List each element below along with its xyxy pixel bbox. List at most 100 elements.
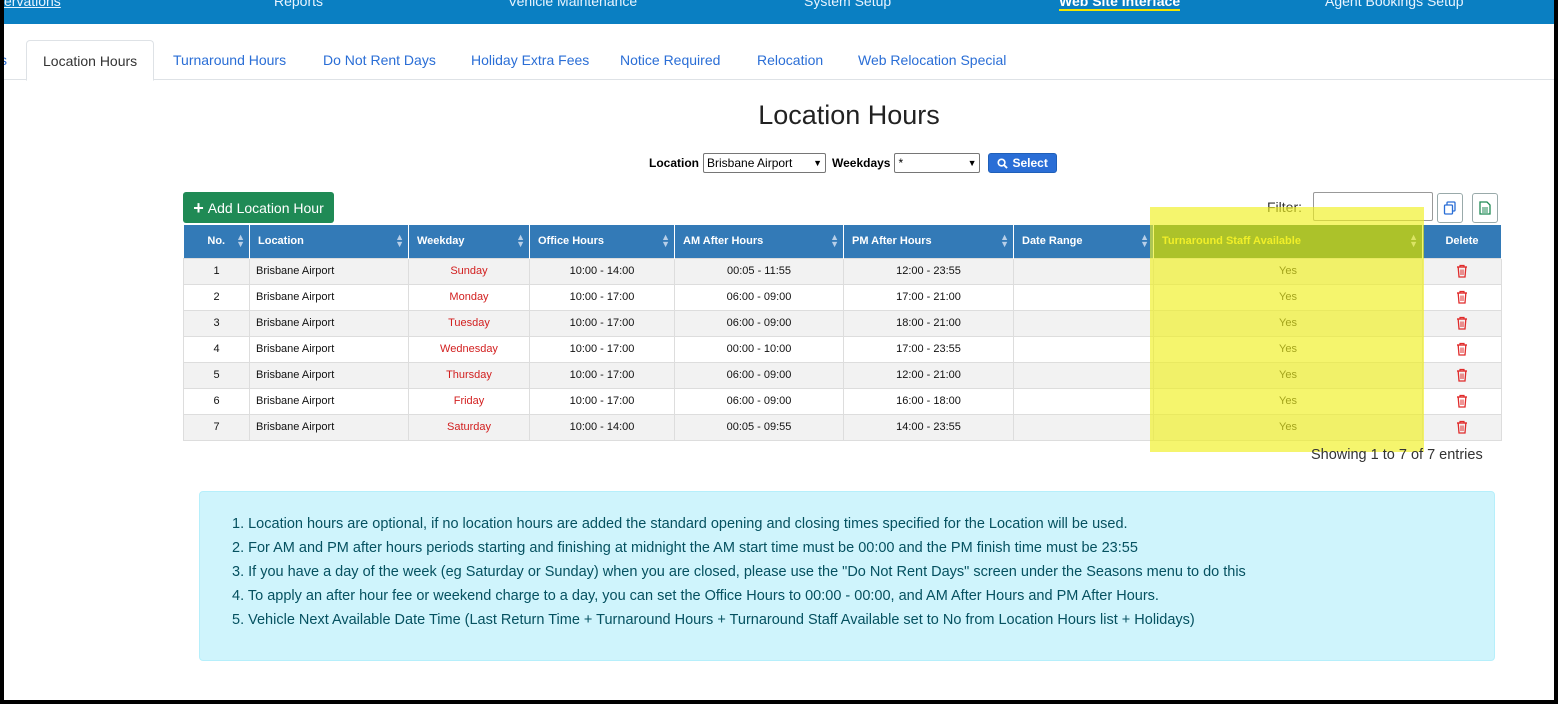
trash-icon[interactable] [1456, 264, 1468, 278]
location-select[interactable]: Brisbane Airport ▼ [703, 153, 826, 173]
table-row: 7 Brisbane Airport Saturday 10:00 - 14:00 00… [183, 413, 1502, 441]
cell-no: 7 [183, 413, 250, 441]
col-header-label: AM After Hours [683, 235, 764, 248]
table-header-row: No. ▲ ▼ Location ▲ ▼ Weekday ▲ ▼ Office Hours ▲… [183, 225, 1502, 258]
trash-icon[interactable] [1456, 368, 1468, 382]
trash-icon[interactable] [1456, 290, 1468, 304]
cell-pm-after-hours: 17:00 - 23:55 [843, 335, 1014, 363]
col-header-label: Weekday [417, 235, 465, 248]
cell-weekday: Saturday [408, 413, 530, 441]
cell-delete [1422, 387, 1502, 415]
cell-turnaround-staff: Yes [1153, 413, 1423, 441]
cell-date-range [1013, 387, 1154, 415]
copy-button[interactable] [1437, 193, 1463, 223]
tab-holiday-extra-fees[interactable]: Holiday Extra Fees [471, 40, 589, 80]
location-selector: Location Brisbane Airport ▼ Weekdays * ▼… [649, 152, 1057, 174]
cell-am-after-hours: 00:05 - 09:55 [674, 413, 844, 441]
sort-icon: ▲ ▼ [661, 232, 670, 249]
sort-icon: ▲ ▼ [1140, 232, 1149, 249]
col-header-location[interactable]: Location ▲ ▼ [249, 225, 409, 258]
tab-notice-required[interactable]: Notice Required [620, 40, 720, 80]
cell-office-hours: 10:00 - 17:00 [529, 309, 675, 337]
col-header-label: Location [258, 235, 304, 248]
cell-location: Brisbane Airport [249, 335, 409, 363]
cell-pm-after-hours: 12:00 - 21:00 [843, 361, 1014, 389]
table-row: 1 Brisbane Airport Sunday 10:00 - 14:00 00:0… [183, 257, 1502, 285]
cell-no: 3 [183, 309, 250, 337]
table-row: 2 Brisbane Airport Monday 10:00 - 17:00 06:0… [183, 283, 1502, 311]
nav-reports[interactable]: Reports [274, 0, 323, 9]
col-header-turnaround-staff[interactable]: Turnaround Staff Available ▲ ▼ [1153, 225, 1423, 258]
col-header-no[interactable]: No. ▲ ▼ [183, 225, 250, 258]
cell-date-range [1013, 335, 1154, 363]
weekdays-select[interactable]: * ▼ [894, 153, 981, 173]
col-header-weekday[interactable]: Weekday ▲ ▼ [408, 225, 530, 258]
cell-turnaround-staff: Yes [1153, 387, 1423, 415]
tab-relocation[interactable]: Relocation [757, 40, 823, 80]
cell-no: 1 [183, 257, 250, 285]
note-item: 5. Vehicle Next Available Date Time (Las… [232, 612, 1195, 628]
cell-turnaround-staff: Yes [1153, 309, 1423, 337]
add-location-hour-button[interactable]: + Add Location Hour [183, 192, 334, 223]
select-button[interactable]: Select [988, 153, 1057, 173]
trash-icon[interactable] [1456, 420, 1468, 434]
note-item: 1. Location hours are optional, if no lo… [232, 516, 1128, 532]
search-icon [997, 157, 1009, 169]
col-header-label: PM After Hours [852, 235, 932, 248]
sort-icon: ▲ ▼ [1409, 232, 1418, 249]
location-hours-table: No. ▲ ▼ Location ▲ ▼ Weekday ▲ ▼ Office Hours ▲… [183, 225, 1502, 441]
cell-location: Brisbane Airport [249, 413, 409, 441]
trash-icon[interactable] [1456, 394, 1468, 408]
cell-date-range [1013, 283, 1154, 311]
cell-weekday: Wednesday [408, 335, 530, 363]
cell-delete [1422, 335, 1502, 363]
col-header-label: Turnaround Staff Available [1162, 235, 1301, 248]
col-header-label: No. [207, 235, 226, 248]
tab-web-relocation-special[interactable]: Web Relocation Special [858, 40, 1006, 80]
tab-turnaround-hours[interactable]: Turnaround Hours [173, 40, 286, 80]
filter-input[interactable] [1313, 192, 1433, 221]
location-select-value: Brisbane Airport [707, 156, 793, 170]
nav-agent-bookings-setup[interactable]: Agent Bookings Setup [1325, 0, 1464, 9]
cell-date-range [1013, 257, 1154, 285]
select-button-label: Select [1012, 156, 1048, 170]
cell-delete [1422, 309, 1502, 337]
cell-office-hours: 10:00 - 14:00 [529, 257, 675, 285]
col-header-am-after-hours[interactable]: AM After Hours ▲ ▼ [674, 225, 844, 258]
cell-weekday: Thursday [408, 361, 530, 389]
col-header-office-hours[interactable]: Office Hours ▲ ▼ [529, 225, 675, 258]
sort-icon: ▲ ▼ [830, 232, 839, 249]
col-header-label: Date Range [1022, 235, 1083, 248]
trash-icon[interactable] [1456, 342, 1468, 356]
cell-turnaround-staff: Yes [1153, 335, 1423, 363]
col-header-label: Office Hours [538, 235, 605, 248]
cell-am-after-hours: 06:00 - 09:00 [674, 309, 844, 337]
cell-no: 5 [183, 361, 250, 389]
add-location-hour-label: Add Location Hour [207, 199, 324, 216]
tab-seasons[interactable]: s [4, 40, 7, 80]
table-row: 4 Brisbane Airport Wednesday 10:00 - 17:00 0… [183, 335, 1502, 363]
cell-delete [1422, 283, 1502, 311]
nav-reservations[interactable]: ervations [4, 0, 61, 9]
nav-vehicle-maintenance[interactable]: Vehicle Maintenance [508, 0, 637, 9]
cell-weekday: Sunday [408, 257, 530, 285]
cell-am-after-hours: 06:00 - 09:00 [674, 361, 844, 389]
cell-office-hours: 10:00 - 14:00 [529, 413, 675, 441]
note-item: 3. If you have a day of the week (eg Sat… [232, 564, 1246, 580]
tab-do-not-rent-days[interactable]: Do Not Rent Days [323, 40, 436, 80]
table-row: 5 Brisbane Airport Thursday 10:00 - 17:00 06… [183, 361, 1502, 389]
weekdays-label: Weekdays [832, 156, 891, 170]
trash-icon[interactable] [1456, 316, 1468, 330]
col-header-pm-after-hours[interactable]: PM After Hours ▲ ▼ [843, 225, 1014, 258]
chevron-down-icon: ▼ [967, 158, 977, 168]
col-header-delete: Delete [1422, 225, 1502, 258]
nav-system-setup[interactable]: System Setup [804, 0, 891, 9]
cell-date-range [1013, 309, 1154, 337]
cell-pm-after-hours: 12:00 - 23:55 [843, 257, 1014, 285]
cell-no: 4 [183, 335, 250, 363]
col-header-date-range[interactable]: Date Range ▲ ▼ [1013, 225, 1154, 258]
nav-web-site-interface[interactable]: Web Site Interface [1059, 0, 1181, 11]
tab-location-hours[interactable]: Location Hours [26, 40, 155, 81]
excel-export-button[interactable] [1472, 193, 1498, 223]
info-notes: 1. Location hours are optional, if no lo… [199, 491, 1495, 661]
